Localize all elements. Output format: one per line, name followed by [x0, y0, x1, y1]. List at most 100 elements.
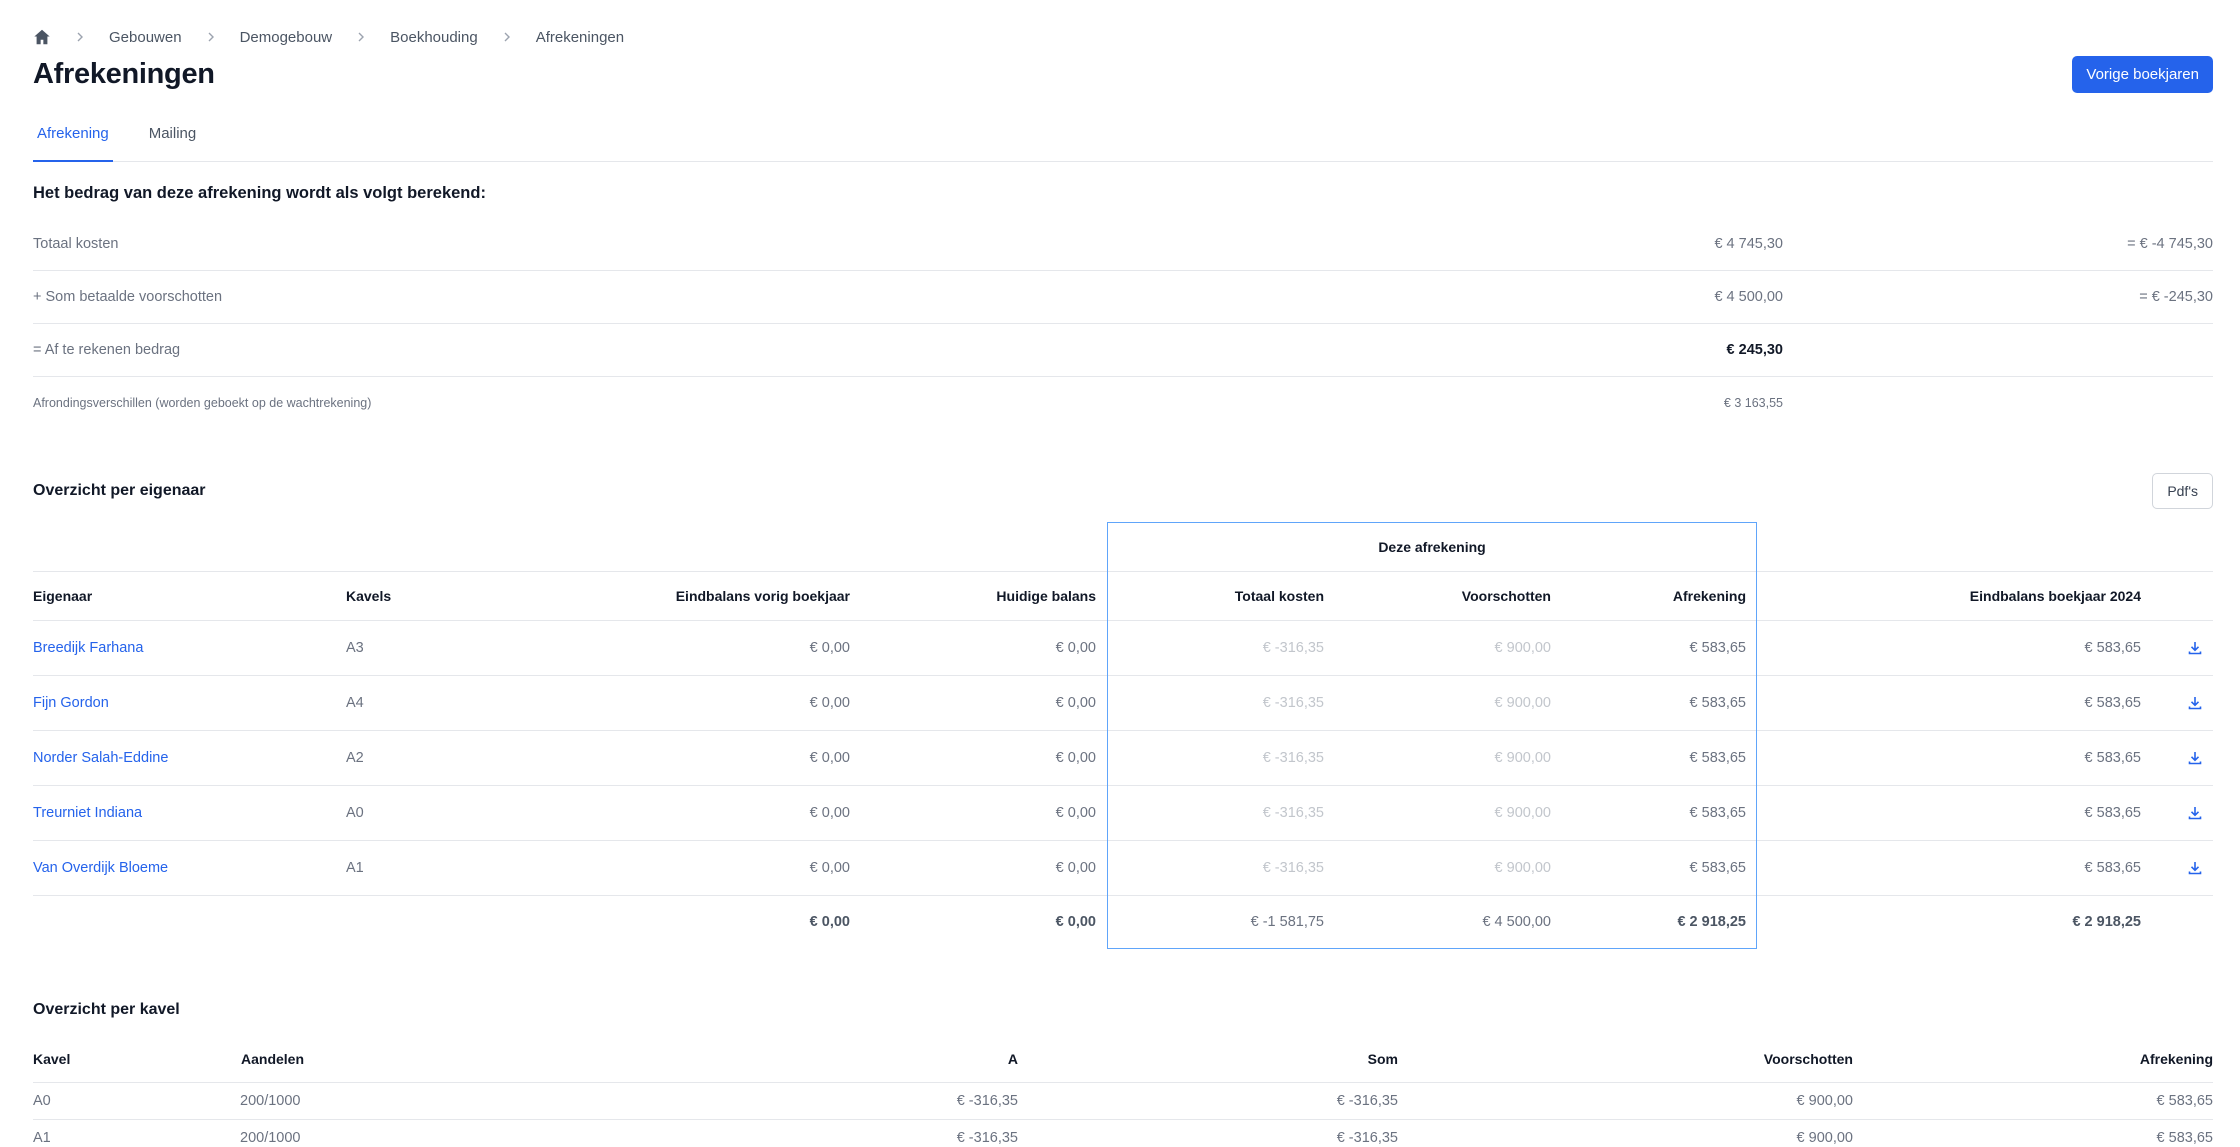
current-balance-cell: € 0,00: [1055, 695, 1096, 711]
download-button[interactable]: [2187, 841, 2203, 896]
calc-row-total-costs: Totaal kosten € 4 745,30 = € -4 745,30: [33, 218, 2213, 271]
prev-balance-cell: € 0,00: [809, 640, 850, 656]
total-current-balance: € 0,00: [1055, 914, 1096, 930]
calc-label: = Af te rekenen bedrag: [33, 342, 181, 358]
download-icon[interactable]: [2187, 695, 2203, 711]
settlement-cell: € 583,65: [1689, 640, 1746, 656]
table-row: A1 200/1000 € -316,35 € -316,35 € 900,00…: [33, 1120, 2213, 1147]
kavels-section-title: Overzicht per kavel: [33, 1001, 180, 1018]
calc-result: = € -245,30: [2139, 289, 2213, 305]
owners-section-title: Overzicht per eigenaar: [33, 482, 206, 499]
download-icon[interactable]: [2187, 640, 2203, 656]
calc-row-rounding: Afrondingsverschillen (worden geboekt op…: [33, 377, 2213, 430]
breadcrumb-item-demogebouw[interactable]: Demogebouw: [240, 29, 333, 46]
total-costs-cell: € -316,35: [1262, 860, 1324, 876]
download-icon[interactable]: [2187, 860, 2203, 876]
calc-row-advances: + Som betaalde voorschotten € 4 500,00 =…: [33, 271, 2213, 324]
column-header-advances: Voorschotten: [1461, 588, 1551, 604]
a-cell: € -316,35: [956, 1093, 1018, 1109]
advances-cell: € 900,00: [1494, 750, 1551, 766]
shares-cell: 200/1000: [240, 1130, 301, 1146]
prev-balance-cell: € 0,00: [809, 750, 850, 766]
home-icon[interactable]: [33, 28, 51, 46]
owner-link[interactable]: Breedijk Farhana: [33, 621, 143, 676]
column-header-kavel: Kavel: [33, 1051, 71, 1067]
previous-years-button[interactable]: Vorige boekjaren: [2072, 56, 2213, 93]
column-header-owner: Eigenaar: [33, 588, 93, 604]
total-costs-cell: € -316,35: [1262, 805, 1324, 821]
column-header-advances: Voorschotten: [1763, 1051, 1853, 1067]
group-label-deze-afrekening: Deze afrekening: [1378, 539, 1486, 555]
breadcrumb-item-boekhouding[interactable]: Boekhouding: [390, 29, 478, 46]
settlement-cell: € 583,65: [1689, 805, 1746, 821]
current-balance-cell: € 0,00: [1055, 860, 1096, 876]
tab-mailing[interactable]: Mailing: [145, 120, 201, 162]
chevron-right-icon: [208, 32, 214, 42]
page-title: Afrekeningen: [33, 58, 215, 90]
total-total-costs: € -1 581,75: [1250, 914, 1324, 930]
download-button[interactable]: [2187, 786, 2203, 841]
column-header-total-costs: Totaal kosten: [1234, 588, 1324, 604]
table-row: Norder Salah-Eddine A2 € 0,00 € 0,00 € -…: [33, 731, 2213, 786]
chevron-right-icon: [358, 32, 365, 42]
totals-row: € 0,00 € 0,00 € -1 581,75 € 4 500,00 € 2…: [33, 896, 2213, 948]
kavel-cell: A1: [33, 1130, 51, 1146]
total-prev-balance: € 0,00: [809, 914, 850, 930]
kavels-cell: A2: [346, 750, 364, 766]
tab-afrekening[interactable]: Afrekening: [33, 120, 113, 162]
column-header-a: A: [1007, 1051, 1018, 1067]
download-button[interactable]: [2187, 731, 2203, 786]
column-header-current-balance: Huidige balans: [996, 588, 1096, 604]
end-balance-cell: € 583,65: [2084, 640, 2141, 656]
owner-link[interactable]: Norder Salah-Eddine: [33, 731, 168, 786]
calc-amount: € 3 163,55: [1723, 396, 1783, 410]
breadcrumb-item-gebouwen[interactable]: Gebouwen: [109, 29, 182, 46]
owner-link[interactable]: Fijn Gordon: [33, 676, 109, 731]
download-icon[interactable]: [2187, 805, 2203, 821]
advances-cell: € 900,00: [1796, 1130, 1853, 1146]
end-balance-cell: € 583,65: [2084, 695, 2141, 711]
group-header-row: Deze afrekening: [33, 522, 2213, 572]
a-cell: € -316,35: [956, 1130, 1018, 1146]
settlement-cell: € 583,65: [1689, 860, 1746, 876]
prev-balance-cell: € 0,00: [809, 695, 850, 711]
chevron-right-icon: [504, 32, 510, 42]
settlement-cell: € 583,65: [1689, 750, 1746, 766]
download-button[interactable]: [2187, 676, 2203, 731]
download-button[interactable]: [2187, 621, 2203, 676]
kavels-cell: A0: [346, 805, 364, 821]
calc-amount: € 4 745,30: [1714, 236, 1783, 252]
total-advances: € 4 500,00: [1482, 914, 1551, 930]
calc-label: Afrondingsverschillen (worden geboekt op…: [33, 396, 372, 410]
end-balance-cell: € 583,65: [2084, 750, 2141, 766]
shares-cell: 200/1000: [240, 1093, 301, 1109]
column-header-sum: Som: [1367, 1051, 1398, 1067]
table-header-row: Eigenaar Kavels Eindbalans vorig boekjaa…: [33, 572, 2213, 621]
column-header-settlement: Afrekening: [1672, 588, 1746, 604]
prev-balance-cell: € 0,00: [809, 805, 850, 821]
table-row: Breedijk Farhana A3 € 0,00 € 0,00 € -316…: [33, 621, 2213, 676]
total-costs-cell: € -316,35: [1262, 640, 1324, 656]
settlement-cell: € 583,65: [2156, 1093, 2213, 1109]
kavels-cell: A3: [346, 640, 364, 656]
calc-result: = € -4 745,30: [2127, 236, 2213, 252]
kavel-cell: A0: [33, 1093, 51, 1109]
pdfs-button[interactable]: Pdf's: [2152, 473, 2213, 509]
settlement-cell: € 583,65: [1689, 695, 1746, 711]
calc-row-amount-due: = Af te rekenen bedrag € 245,30: [33, 324, 2213, 377]
chevron-right-icon: [77, 32, 83, 42]
breadcrumb-item-afrekeningen[interactable]: Afrekeningen: [536, 29, 624, 46]
download-icon[interactable]: [2187, 750, 2203, 766]
current-balance-cell: € 0,00: [1055, 640, 1096, 656]
page: Gebouwen Demogebouw Boekhouding Afrekeni…: [33, 0, 2213, 1147]
sum-cell: € -316,35: [1336, 1093, 1398, 1109]
total-settlement: € 2 918,25: [1677, 914, 1746, 930]
column-header-settlement: Afrekening: [2139, 1051, 2213, 1067]
total-costs-cell: € -316,35: [1262, 750, 1324, 766]
column-header-kavels: Kavels: [346, 588, 392, 604]
owner-link[interactable]: Treurniet Indiana: [33, 786, 142, 841]
advances-cell: € 900,00: [1494, 695, 1551, 711]
calc-label: Totaal kosten: [33, 236, 119, 252]
kavels-cell: A1: [346, 860, 364, 876]
owner-link[interactable]: Van Overdijk Bloeme: [33, 841, 168, 896]
